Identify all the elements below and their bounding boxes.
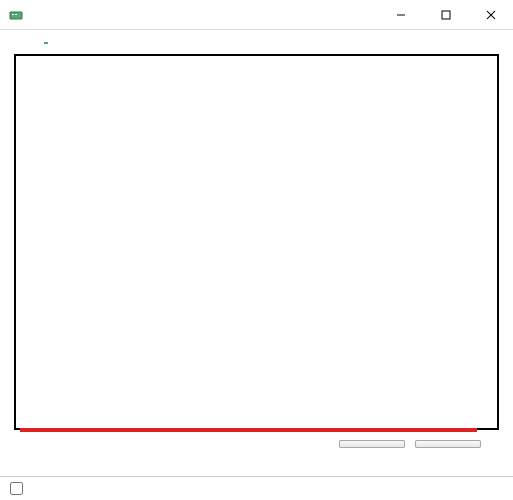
copy-button[interactable] — [339, 440, 405, 448]
maximize-button[interactable] — [423, 0, 468, 29]
action-bar — [323, 432, 497, 450]
tab-cli[interactable] — [44, 36, 48, 44]
paste-button[interactable] — [415, 440, 481, 448]
cli-terminal[interactable] — [16, 56, 497, 428]
close-button[interactable] — [468, 0, 513, 29]
titlebar — [0, 0, 513, 30]
app-icon — [8, 7, 24, 23]
top-checkbox[interactable] — [10, 482, 23, 495]
focus-hint-row — [0, 430, 513, 450]
tab-config[interactable] — [28, 36, 32, 44]
terminal-container — [14, 54, 499, 430]
tab-bar — [0, 30, 513, 44]
bottom-bar — [0, 476, 513, 500]
minimize-button[interactable] — [378, 0, 423, 29]
panel-caption — [0, 44, 513, 54]
tab-physical[interactable] — [12, 36, 16, 44]
tab-attributes[interactable] — [60, 36, 64, 44]
